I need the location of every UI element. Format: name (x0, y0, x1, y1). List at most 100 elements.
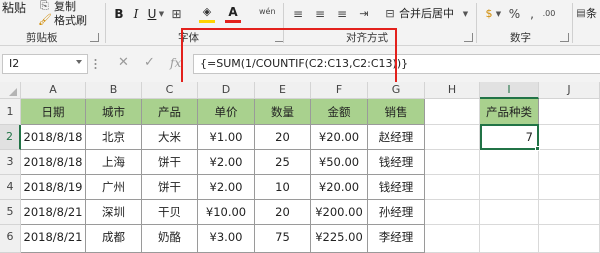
table-cell[interactable]: 赵经理 (368, 125, 425, 150)
table-cell[interactable]: 李经理 (368, 225, 425, 253)
dropdown-icon[interactable]: ▼ (495, 6, 502, 22)
merge-center-icon[interactable]: ⊟ (383, 6, 397, 22)
column-header-e[interactable]: E (255, 82, 311, 99)
table-cell[interactable]: 广州 (86, 175, 142, 200)
table-cell[interactable]: ¥50.00 (311, 150, 368, 175)
cell-j5[interactable] (539, 200, 600, 225)
cell-h4[interactable] (425, 175, 480, 200)
table-cell[interactable]: 饼干 (142, 175, 198, 200)
cell-j3[interactable] (539, 150, 600, 175)
table-cell[interactable]: 上海 (86, 150, 142, 175)
table-cell[interactable]: ¥3.00 (198, 225, 255, 253)
format-painter-button[interactable]: 格式刷 (54, 14, 87, 28)
table-header-price[interactable]: 单价 (198, 99, 255, 125)
row-header-3[interactable]: 3 (0, 150, 21, 175)
percent-icon[interactable]: % (508, 6, 521, 22)
table-cell[interactable]: 钱经理 (368, 150, 425, 175)
table-cell[interactable]: ¥2.00 (198, 175, 255, 200)
table-cell[interactable]: 2018/8/18 (21, 150, 86, 175)
table-cell[interactable]: 深圳 (86, 200, 142, 225)
table-cell[interactable]: 饼干 (142, 150, 198, 175)
insert-function-icon[interactable]: fx (170, 55, 181, 71)
table-cell[interactable]: 北京 (86, 125, 142, 150)
name-box-dropdown-icon[interactable] (76, 60, 82, 64)
table-cell[interactable]: ¥200.00 (311, 200, 368, 225)
table-cell[interactable]: 10 (255, 175, 311, 200)
table-cell[interactable]: 2018/8/18 (21, 125, 86, 150)
copy-icon[interactable]: ⎘ (40, 0, 49, 13)
clipboard-launcher-icon[interactable] (90, 33, 99, 42)
table-cell[interactable]: 大米 (142, 125, 198, 150)
table-cell[interactable]: 孙经理 (368, 200, 425, 225)
number-launcher-icon[interactable] (560, 33, 569, 42)
dropdown-icon[interactable]: ▼ (462, 6, 469, 22)
fill-handle[interactable] (535, 146, 540, 151)
cell-j6[interactable] (539, 225, 600, 253)
column-header-g[interactable]: G (368, 82, 425, 99)
row-header-5[interactable]: 5 (0, 200, 21, 225)
fill-color-icon[interactable]: ◈ (200, 4, 214, 20)
bold-button[interactable]: B (112, 6, 126, 22)
table-header-date[interactable]: 日期 (21, 99, 86, 125)
cell-i4[interactable] (480, 175, 539, 200)
comma-style-icon[interactable]: , (527, 6, 537, 22)
column-header-f[interactable]: F (311, 82, 368, 99)
align-center-icon[interactable]: ≡ (313, 6, 327, 22)
table-cell[interactable]: 2018/8/21 (21, 225, 86, 253)
table-header-city[interactable]: 城市 (86, 99, 142, 125)
row-header-6[interactable]: 6 (0, 225, 21, 253)
table-header-amount[interactable]: 金额 (311, 99, 368, 125)
table-header-sales[interactable]: 销售 (368, 99, 425, 125)
cell-h1[interactable] (425, 99, 480, 125)
borders-icon[interactable]: ⊞ (170, 6, 183, 22)
column-header-h[interactable]: H (425, 82, 480, 99)
cell-h2[interactable] (425, 125, 480, 150)
table-cell[interactable]: ¥2.00 (198, 150, 255, 175)
table-cell[interactable]: ¥10.00 (198, 200, 255, 225)
table-cell[interactable]: 奶酪 (142, 225, 198, 253)
increase-decimal-icon[interactable]: .00 (542, 6, 556, 22)
cell-h6[interactable] (425, 225, 480, 253)
cell-j2[interactable] (539, 125, 600, 150)
row-header-4[interactable]: 4 (0, 175, 21, 200)
align-left-icon[interactable]: ≡ (291, 6, 305, 22)
underline-button[interactable]: U (146, 6, 158, 22)
table-cell[interactable]: 2018/8/21 (21, 200, 86, 225)
table-cell[interactable]: 20 (255, 125, 311, 150)
cell-i3[interactable] (480, 150, 539, 175)
table-cell[interactable]: 2018/8/19 (21, 175, 86, 200)
italic-button[interactable]: I (130, 6, 142, 22)
row-header-2[interactable]: 2 (0, 125, 21, 150)
enter-icon[interactable]: ✓ (144, 55, 155, 71)
cell-h3[interactable] (425, 150, 480, 175)
table-cell[interactable]: 20 (255, 200, 311, 225)
format-painter-icon[interactable]: 🖌 (38, 13, 52, 27)
conditional-formatting-button[interactable]: 条 (586, 7, 597, 21)
table-cell[interactable]: 钱经理 (368, 175, 425, 200)
table-cell[interactable]: ¥225.00 (311, 225, 368, 253)
table-cell[interactable]: ¥1.00 (198, 125, 255, 150)
dropdown-icon[interactable]: ▼ (158, 6, 165, 22)
table-cell[interactable]: 成都 (86, 225, 142, 253)
column-header-i[interactable]: I (480, 82, 539, 99)
column-header-b[interactable]: B (86, 82, 142, 99)
table-header-product[interactable]: 产品 (142, 99, 198, 125)
table-cell[interactable]: 25 (255, 150, 311, 175)
table-cell[interactable]: ¥20.00 (311, 175, 368, 200)
merge-center-button[interactable]: 合并后居中 (399, 7, 454, 21)
name-box[interactable]: I2 (2, 54, 88, 74)
resize-handle-icon[interactable] (94, 58, 97, 70)
cell-i6[interactable] (480, 225, 539, 253)
result-header[interactable]: 产品种类 (480, 99, 539, 125)
currency-icon[interactable]: $ (483, 6, 495, 22)
font-color-icon[interactable]: A (227, 4, 239, 20)
alignment-launcher-icon[interactable] (464, 33, 473, 42)
cell-j4[interactable] (539, 175, 600, 200)
table-cell[interactable]: 干贝 (142, 200, 198, 225)
paste-button[interactable]: 粘贴 (2, 1, 26, 15)
column-header-a[interactable]: A (21, 82, 86, 99)
row-header-1[interactable]: 1 (0, 99, 21, 125)
column-header-j[interactable]: J (539, 82, 600, 99)
indent-icon[interactable]: ⇥ (357, 6, 371, 22)
select-all-corner[interactable] (0, 82, 21, 99)
